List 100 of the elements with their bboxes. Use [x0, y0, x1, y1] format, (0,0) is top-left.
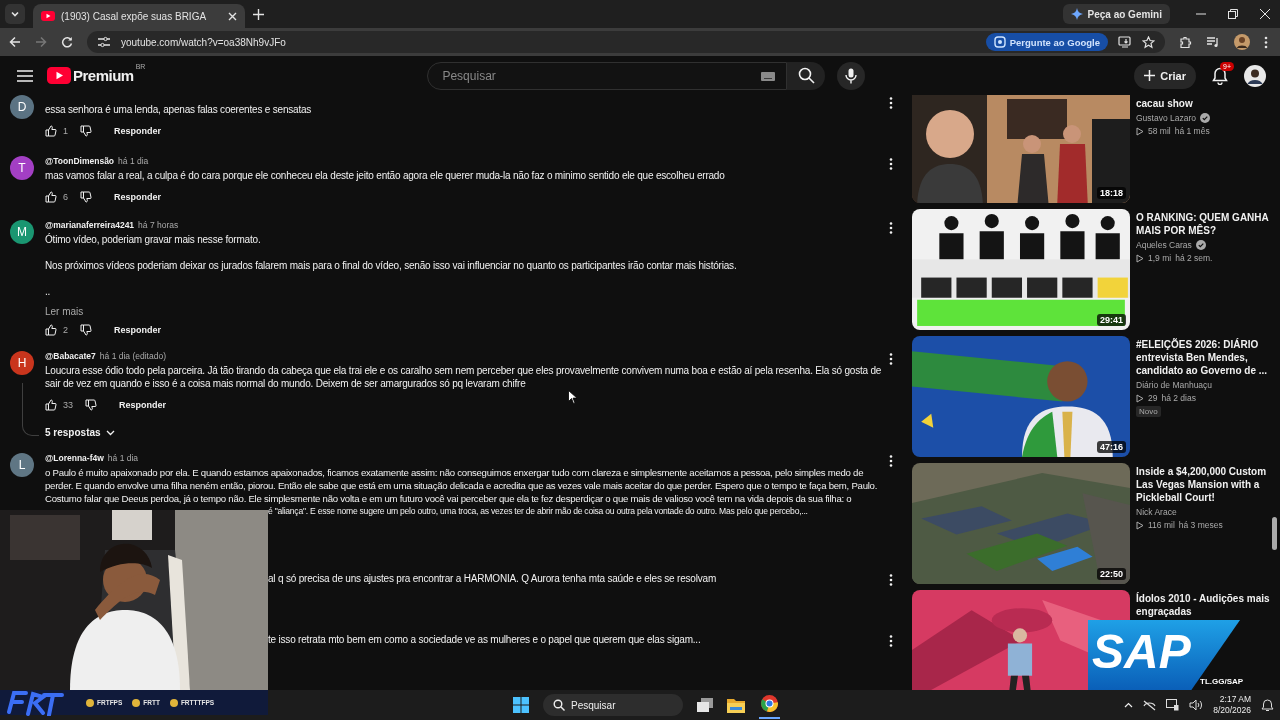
search-field[interactable]: Pesquisar: [543, 694, 683, 716]
replies-button[interactable]: 5 respostas: [45, 424, 115, 441]
user-avatar[interactable]: T: [10, 156, 34, 180]
account-avatar[interactable]: [1244, 64, 1266, 87]
comment-time[interactable]: há 7 horas: [138, 220, 179, 230]
youtube-icon: [41, 11, 55, 21]
scrollbar-thumb[interactable]: [1272, 517, 1277, 550]
extensions-icon[interactable]: [1179, 35, 1192, 49]
read-more-link[interactable]: Ler mais: [45, 306, 84, 317]
like-count: 1: [63, 126, 68, 136]
comment-author[interactable]: @Lorenna-f4w: [45, 453, 104, 463]
windows-icon[interactable]: [513, 697, 529, 713]
chrome-icon[interactable]: [761, 694, 778, 712]
play-icon: [1136, 520, 1144, 530]
video-title[interactable]: #ELEIÇÕES 2026: DIÁRIO entrevista Ben Mendes, candidato ao Governo de ...: [1136, 338, 1272, 377]
video-title[interactable]: O RANKING: QUEM GANHA MAIS POR MÊS?: [1136, 211, 1272, 237]
profile-avatar[interactable]: [1234, 34, 1250, 50]
more-icon[interactable]: [889, 455, 893, 467]
microphone-icon: [845, 67, 858, 84]
like-icon[interactable]: [45, 324, 57, 336]
more-icon[interactable]: [889, 222, 893, 234]
notification-icon[interactable]: [1261, 698, 1274, 712]
video-title[interactable]: Inside a $4,200,000 Custom Las Vegas Mansion with a Pickleball Court!: [1136, 465, 1272, 504]
more-icon[interactable]: [889, 574, 893, 586]
comment-time[interactable]: há 1 dia: [107, 453, 139, 463]
reply-button[interactable]: Responder: [106, 189, 170, 205]
new-tab-icon[interactable]: [253, 8, 264, 20]
caret-icon: [10, 9, 20, 19]
clock-date[interactable]: 8/20/2026: [1213, 705, 1251, 716]
voice-search-button[interactable]: [837, 61, 866, 90]
user-avatar[interactable]: L: [10, 453, 34, 477]
comment-time[interactable]: há 1 dia: [118, 156, 149, 166]
comment-text: Costumo falar que Deeus perdoa, já o tempo não. Ele simplesmente não volta e em um futuro você vai perceber que ela te fez desperdiçar o que mais de valioso você tem na vida depois da sua filha: o: [45, 492, 852, 505]
reload-icon[interactable]: [61, 36, 73, 48]
back-icon[interactable]: [9, 36, 21, 48]
channel-name[interactable]: Gustavo Lazaro: [1136, 113, 1196, 123]
comment-time[interactable]: há 1 dia (editado): [99, 351, 166, 361]
comment-text: Nos próximos vídeos poderiam deixar os jurados falarem mais para o final do vídeo, senão isso vai influenciar no quanto os participantes irão contar mais histórias.: [45, 259, 737, 272]
address-field[interactable]: youtube.com/watch?v=oa38Nh9vJFo Pergunte ao Google: [87, 31, 1165, 53]
user-avatar[interactable]: H: [10, 351, 34, 375]
reply-button[interactable]: Responder: [106, 123, 170, 139]
channel-name[interactable]: Diário de Manhuaçu: [1136, 380, 1213, 390]
star-icon[interactable]: [1142, 35, 1155, 49]
channel-name[interactable]: Aqueles Caras: [1136, 240, 1192, 250]
menu-icon[interactable]: [17, 69, 33, 82]
pointer-icon: [568, 390, 577, 404]
ask-google-button[interactable]: Pergunte ao Google: [985, 33, 1108, 51]
reply-button[interactable]: Responder: [106, 322, 170, 338]
more-icon[interactable]: [889, 635, 893, 647]
channel-name[interactable]: Nick Arace: [1136, 507, 1177, 517]
install-icon[interactable]: [1118, 36, 1132, 48]
user-avatar[interactable]: D: [10, 95, 34, 119]
browser-tab[interactable]: (1903) Casal expõe suas BRIGA: [33, 4, 245, 28]
comment-text: é "aliança". E esse nome sugere um pelo outro, uma troca, as vezes ter de abrir mão de coisa ou outra pela vontade do outro. Mas pelo que percebo,...: [267, 505, 808, 518]
like-icon[interactable]: [45, 399, 57, 411]
like-icon[interactable]: [45, 125, 57, 137]
youtube-icon[interactable]: [47, 67, 71, 84]
keyboard-icon[interactable]: [761, 71, 776, 81]
search-button[interactable]: [787, 61, 826, 90]
dislike-icon[interactable]: [80, 324, 92, 336]
network-icon[interactable]: [1166, 699, 1180, 711]
more-icon[interactable]: [1264, 35, 1268, 49]
dislike-icon[interactable]: [80, 125, 92, 137]
video-title[interactable]: Ídolos 2010 - Audições mais engraçadas: [1136, 592, 1272, 618]
gemini-button[interactable]: Peça ao Gemini: [1062, 4, 1170, 24]
restore-icon[interactable]: [1228, 9, 1238, 19]
like-count: 6: [63, 192, 68, 202]
close-icon[interactable]: [1260, 9, 1270, 19]
more-icon[interactable]: [889, 353, 893, 365]
caret-icon[interactable]: [1124, 702, 1134, 708]
comment-author[interactable]: @ToonDimensão: [45, 156, 115, 166]
location-off-icon[interactable]: [1143, 699, 1157, 711]
more-icon[interactable]: [889, 158, 893, 170]
tab-list-button[interactable]: [5, 4, 25, 24]
create-button[interactable]: Criar: [1134, 62, 1196, 89]
search-field[interactable]: Pesquisar: [427, 61, 788, 90]
upload-age: há 2 sem.: [1175, 253, 1213, 263]
video-title[interactable]: cacau show: [1136, 97, 1193, 110]
comment-author[interactable]: @Babacate7: [45, 351, 96, 361]
close-icon[interactable]: [228, 11, 237, 21]
upload-age: há 3 meses: [1178, 520, 1223, 530]
comment-author[interactable]: @marianaferreira4241: [45, 220, 135, 230]
like-count: 2: [63, 325, 68, 335]
site-settings-icon[interactable]: [97, 36, 111, 48]
brand-name[interactable]: Premium: [73, 67, 134, 84]
reply-button[interactable]: Responder: [111, 397, 175, 413]
dislike-icon[interactable]: [85, 399, 97, 411]
volume-icon[interactable]: [1189, 699, 1204, 711]
task-view-icon[interactable]: [697, 698, 713, 712]
user-avatar[interactable]: M: [10, 220, 34, 244]
more-icon[interactable]: [889, 97, 893, 109]
dislike-icon[interactable]: [80, 191, 92, 203]
duration-badge: 18:18: [1096, 187, 1126, 199]
folder-icon[interactable]: [727, 697, 745, 713]
clock-time[interactable]: 2:17 AM: [1219, 694, 1251, 705]
duration-badge: 29:41: [1096, 314, 1126, 326]
media-icon[interactable]: [1206, 36, 1220, 48]
sponsor-logo: SAP: [1092, 624, 1191, 680]
like-icon[interactable]: [45, 191, 57, 203]
view-count: 29: [1148, 393, 1158, 403]
